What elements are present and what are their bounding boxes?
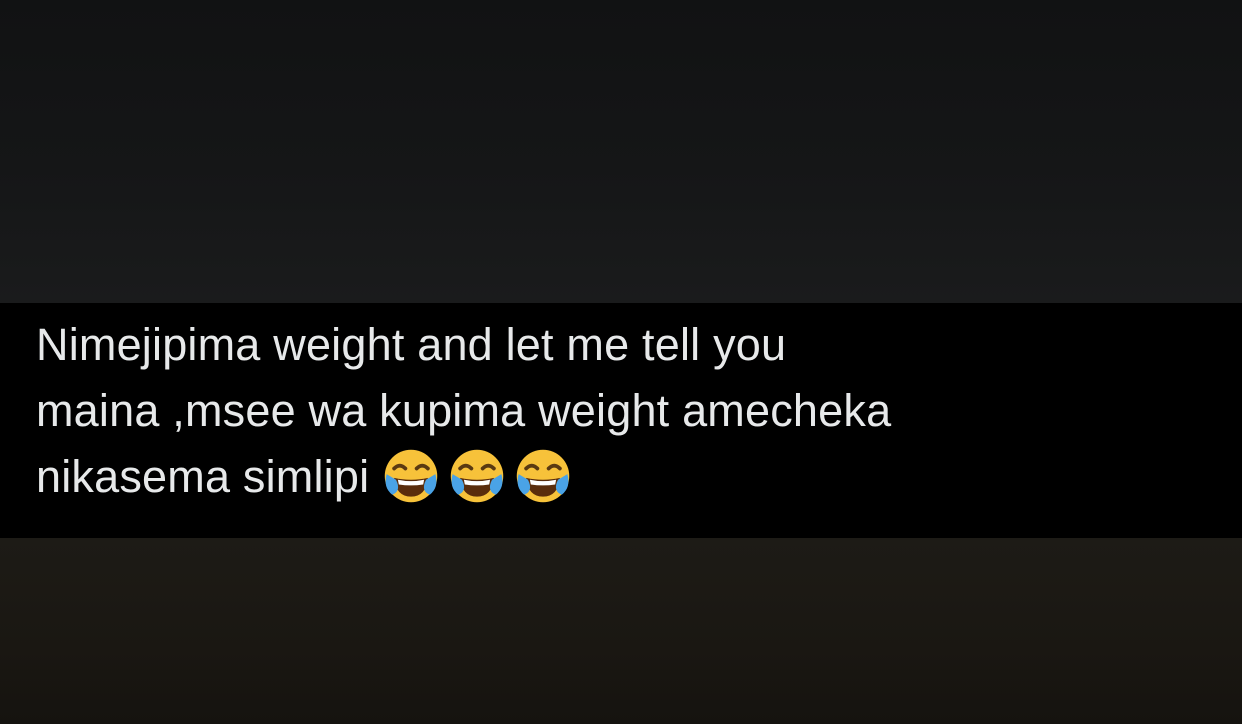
tweet-line-3: nikasema simlipi [36,444,1216,510]
tears-of-joy-emoji-icon [385,449,438,503]
tears-of-joy-emoji-icon [517,449,570,503]
background-bottom [0,538,1242,724]
tweet-line-1: Nimejipima weight and let me tell you [36,319,787,370]
tweet-line-3-text: nikasema simlipi [36,451,370,502]
background-top [0,0,1242,303]
tweet-text-band: Nimejipima weight and let me tell you ma… [0,303,1242,538]
tweet-text: Nimejipima weight and let me tell you ma… [36,312,1216,510]
tweet-line-2: maina ,msee wa kupima weight amecheka [36,385,892,436]
tears-of-joy-emoji-icon [451,449,504,503]
emoji-group [381,446,579,506]
